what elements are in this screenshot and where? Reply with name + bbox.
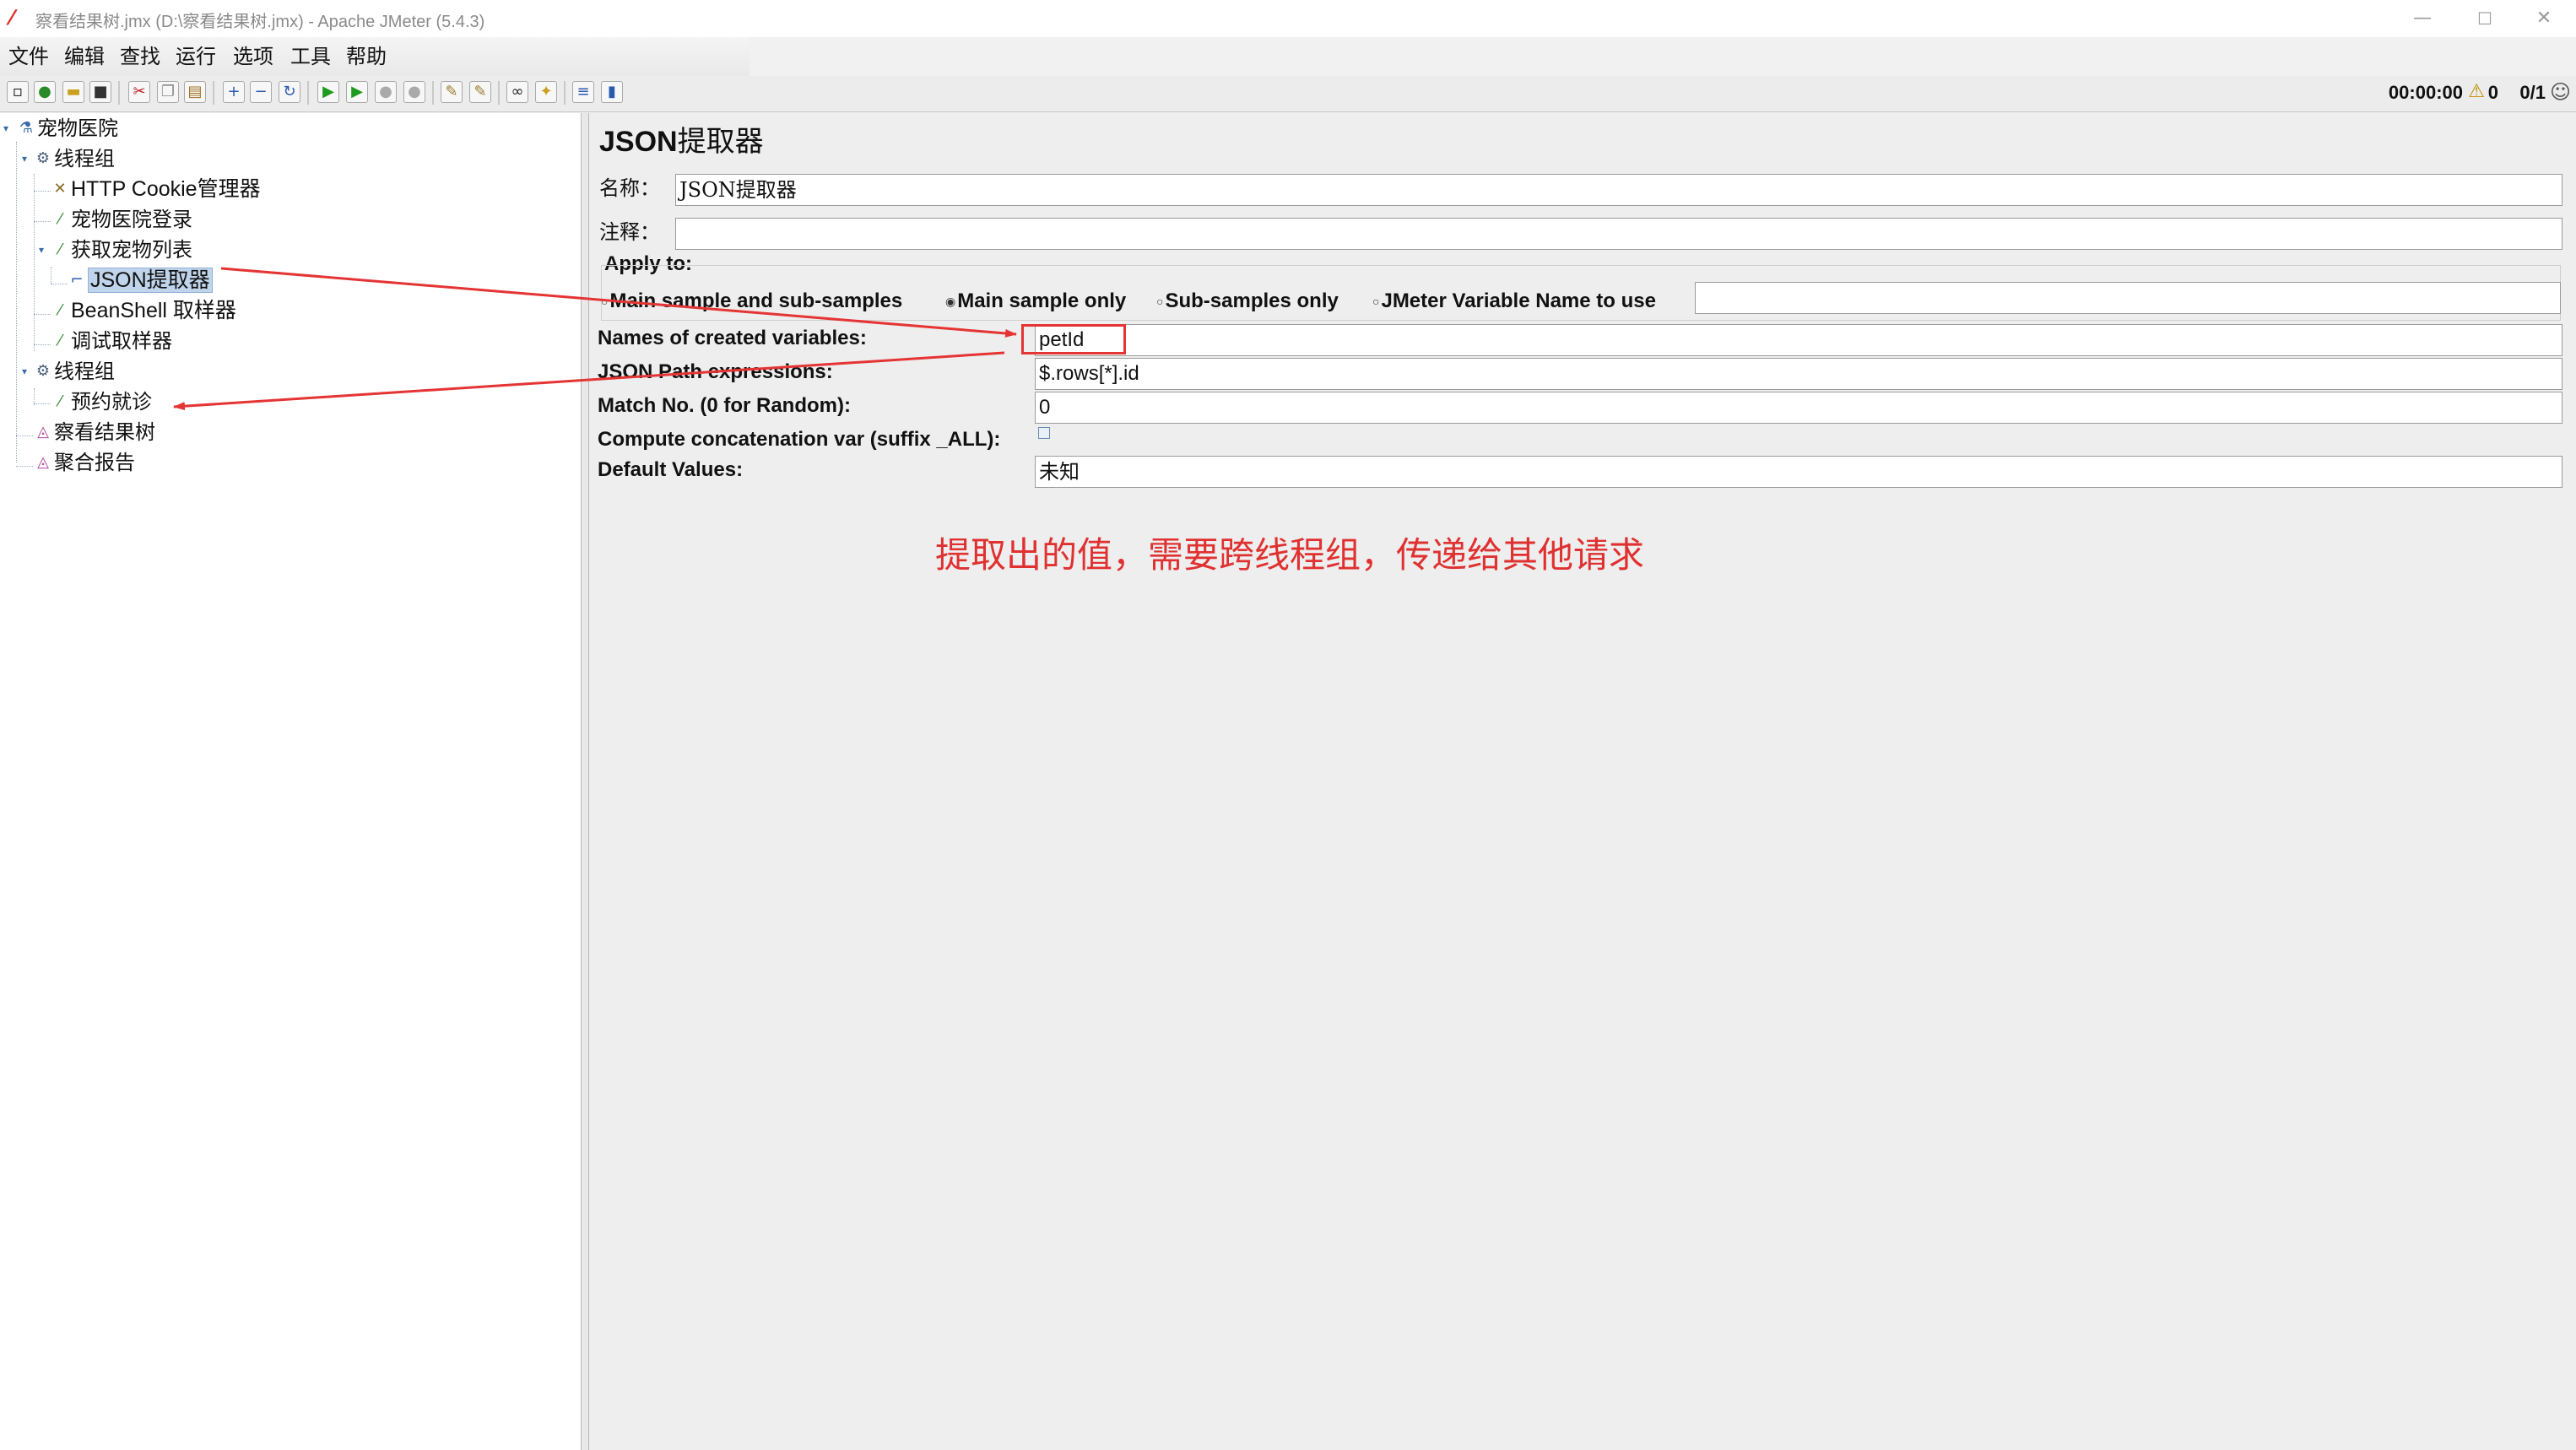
arrow-extractor-to-variable	[220, 267, 1017, 338]
annotation-note: 提取出的值，需要跨线程组，传递给其他请求	[935, 534, 1645, 576]
annotation-arrows	[173, 267, 1017, 411]
arrow-variable-to-appointment	[173, 351, 1005, 411]
